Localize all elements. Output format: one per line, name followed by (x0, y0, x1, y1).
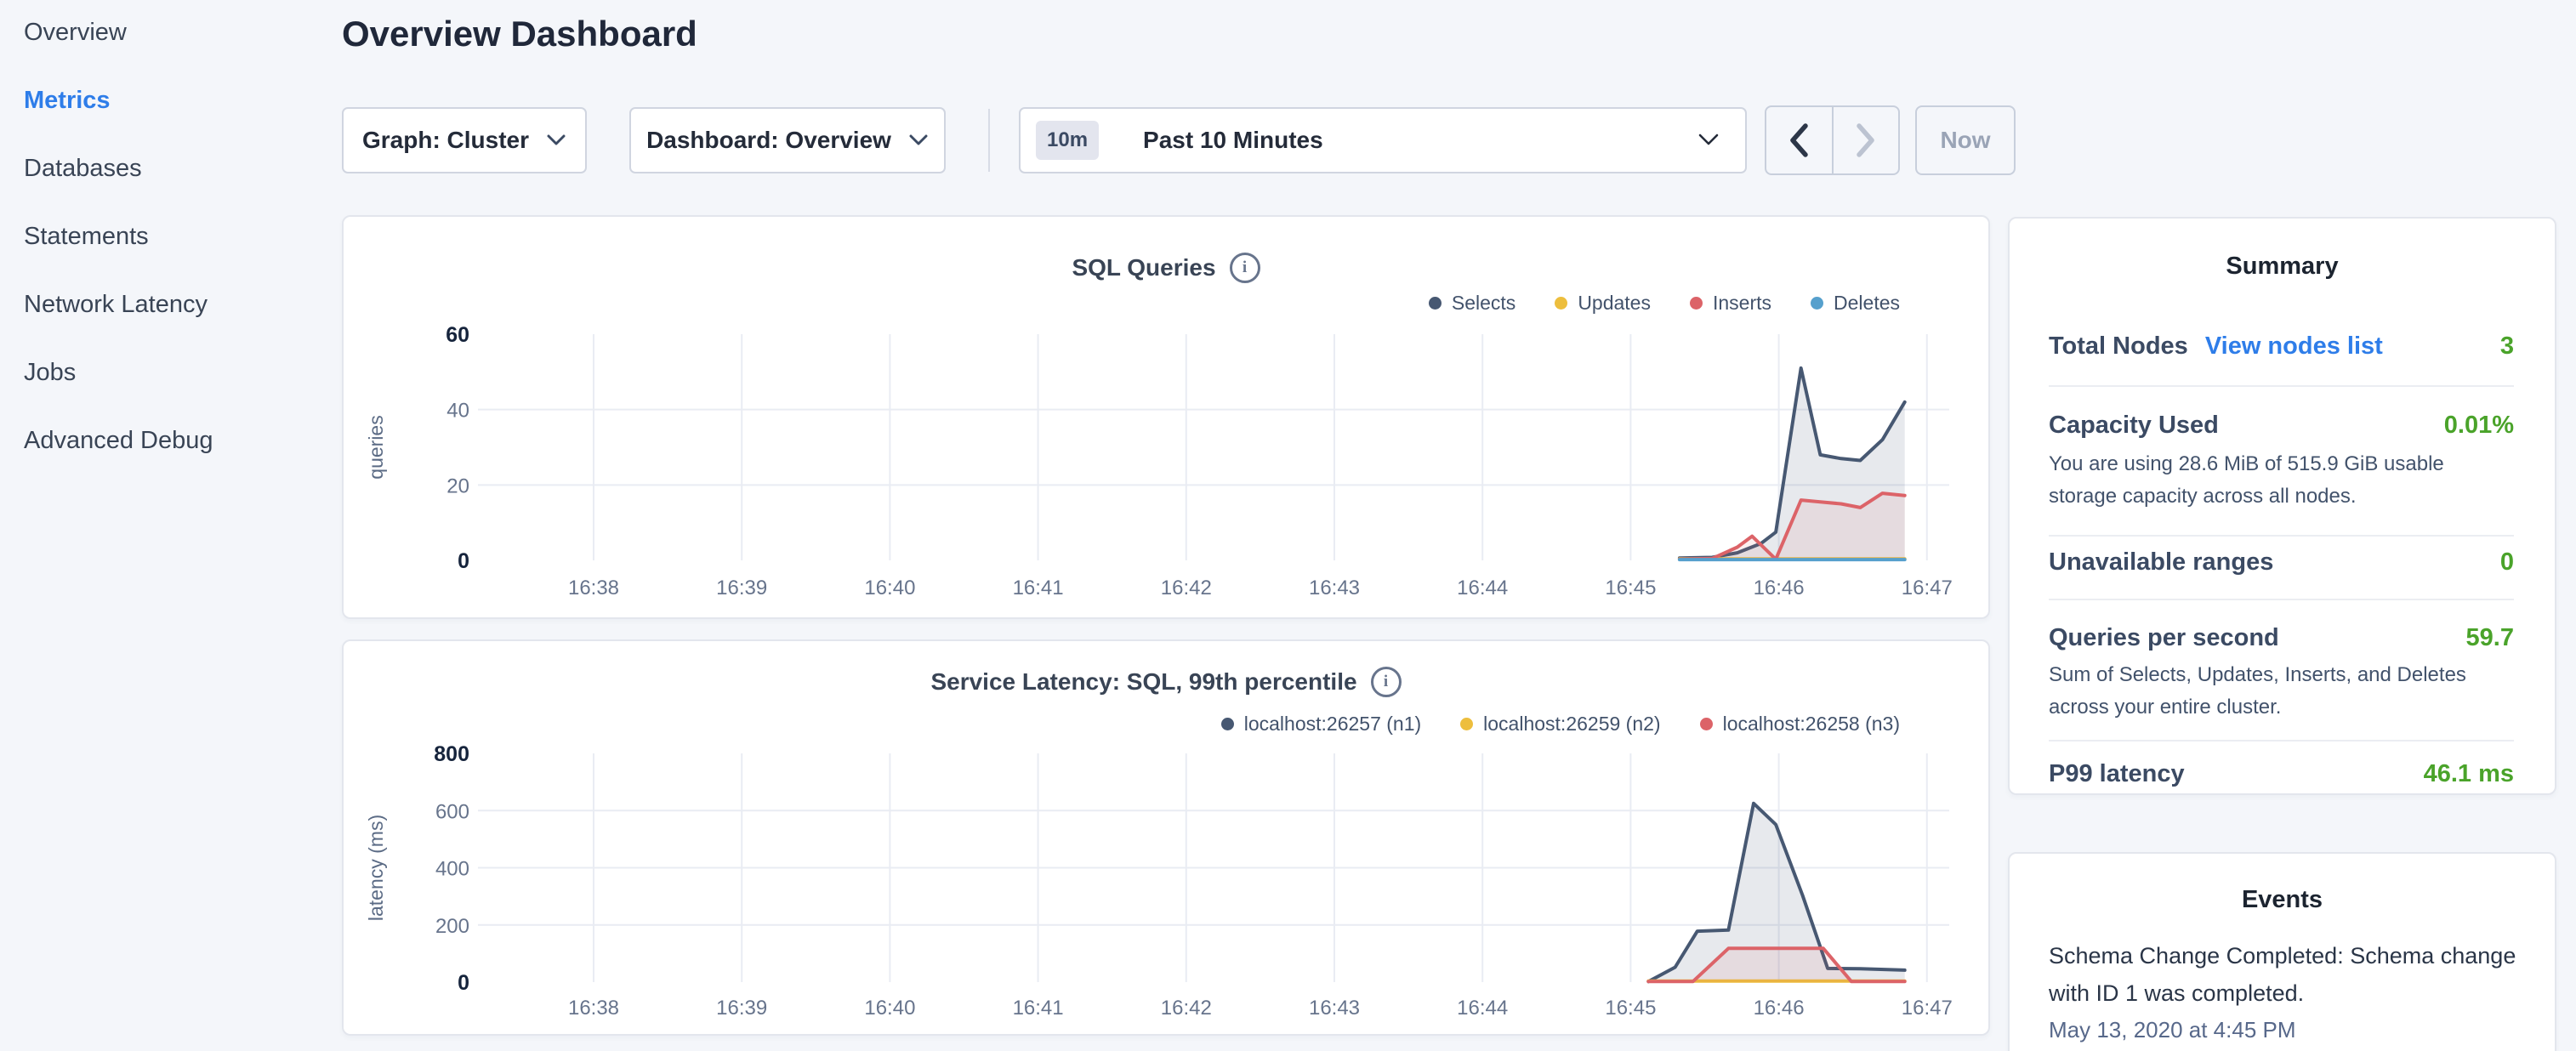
x-tick-label: 16:41 (1013, 577, 1064, 599)
unavailable-ranges-value: 0 (2500, 548, 2514, 577)
time-range-label: Past 10 Minutes (1143, 127, 1323, 154)
x-tick-label: 16:38 (568, 577, 619, 599)
x-tick-label: 16:42 (1161, 997, 1212, 1020)
service-latency-chart-canvas: 16:38 16:39 16:40 16:41 16:42 16:43 16:44 16:45… (344, 641, 1992, 1037)
dashboard-dropdown-label: Dashboard: Overview (646, 127, 891, 154)
x-tick-label: 16:46 (1754, 577, 1805, 599)
service-latency-chart-card: Service Latency: SQL, 99th percentile i … (342, 639, 1990, 1036)
x-tick-label: 16:45 (1605, 997, 1656, 1020)
summary-row-total-nodes: Total Nodes View nodes list 3 (2049, 326, 2514, 366)
x-tick-label: 16:38 (568, 997, 619, 1020)
x-tick-label: 16:39 (716, 997, 767, 1020)
graph-scope-dropdown[interactable]: Graph: Cluster (342, 107, 587, 173)
x-tick-label: 16:40 (864, 577, 915, 599)
y-tick-label: 0 (458, 971, 469, 995)
sidebar-item-network-latency[interactable]: Network Latency (24, 270, 213, 338)
header-divider (988, 109, 990, 172)
events-title: Events (2010, 886, 2555, 914)
event-timestamp: May 13, 2020 at 4:45 PM (2049, 1017, 2296, 1043)
x-tick-label: 16:46 (1754, 997, 1805, 1020)
unavailable-ranges-label: Unavailable ranges (2049, 548, 2273, 577)
sidebar-item-jobs[interactable]: Jobs (24, 338, 213, 406)
x-tick-label: 16:41 (1013, 997, 1064, 1020)
time-step-buttons (1765, 105, 1900, 175)
summary-title: Summary (2010, 253, 2555, 281)
summary-row-p99: P99 latency 46.1 ms (2049, 753, 2514, 794)
summary-divider (2049, 599, 2514, 600)
time-range-badge: 10m (1036, 121, 1099, 160)
y-tick-label: 200 (435, 915, 469, 938)
admin-ui-root: Overview Metrics Databases Statements Ne… (0, 0, 2576, 1051)
sidebar-item-statements[interactable]: Statements (24, 202, 213, 270)
summary-row-capacity: Capacity Used 0.01% (2049, 405, 2514, 446)
y-tick-label: 400 (435, 858, 469, 881)
y-tick-label: 600 (435, 800, 469, 823)
queries-per-second-value: 59.7 (2466, 624, 2514, 652)
y-tick-label: 40 (446, 400, 469, 423)
y-axis-label: latency (ms) (365, 815, 387, 921)
chevron-down-icon (908, 134, 929, 147)
y-tick-label: 800 (434, 742, 469, 766)
time-range-dropdown[interactable]: 10m Past 10 Minutes (1019, 107, 1747, 173)
summary-divider (2049, 535, 2514, 537)
chevron-down-icon (546, 134, 566, 147)
sidebar-item-overview[interactable]: Overview (24, 0, 213, 66)
x-tick-label: 16:40 (864, 997, 915, 1020)
view-nodes-list-link[interactable]: View nodes list (2205, 332, 2383, 361)
page-title: Overview Dashboard (342, 14, 697, 54)
summary-divider (2049, 385, 2514, 387)
p99-latency-label: P99 latency (2049, 760, 2185, 788)
y-axis-label: queries (365, 415, 387, 479)
x-tick-label: 16:39 (716, 577, 767, 599)
x-tick-label: 16:47 (1902, 997, 1953, 1020)
qps-description: Sum of Selects, Updates, Inserts, and De… (2049, 659, 2514, 724)
time-step-next-button[interactable] (1834, 107, 1899, 173)
summary-panel: Summary Total Nodes View nodes list 3 Ca… (2008, 217, 2556, 795)
x-tick-label: 16:42 (1161, 577, 1212, 599)
chevron-down-icon (1697, 134, 1720, 147)
total-nodes-label: Total Nodes (2049, 332, 2188, 361)
chevron-left-icon (1788, 122, 1810, 158)
p99-latency-value: 46.1 ms (2424, 760, 2514, 788)
now-button[interactable]: Now (1915, 105, 2016, 175)
graph-scope-dropdown-label: Graph: Cluster (362, 127, 529, 154)
queries-per-second-label: Queries per second (2049, 624, 2279, 652)
x-tick-label: 16:45 (1605, 577, 1656, 599)
sql-queries-chart-card: SQL Queries i SelectsUpdatesInsertsDelet… (342, 215, 1990, 619)
events-panel: Events Schema Change Completed: Schema c… (2008, 852, 2556, 1051)
x-tick-label: 16:47 (1902, 577, 1953, 599)
dashboard-dropdown[interactable]: Dashboard: Overview (629, 107, 946, 173)
time-step-prev-button[interactable] (1766, 107, 1834, 173)
sidebar-item-advanced-debug[interactable]: Advanced Debug (24, 406, 213, 474)
sidebar-item-metrics[interactable]: Metrics (24, 66, 213, 134)
sidebar: Overview Metrics Databases Statements Ne… (24, 0, 213, 474)
y-tick-label: 60 (446, 323, 469, 347)
capacity-used-description: You are using 28.6 MiB of 515.9 GiB usab… (2049, 448, 2514, 513)
x-tick-label: 16:44 (1457, 577, 1508, 599)
summary-divider (2049, 740, 2514, 741)
x-tick-label: 16:43 (1309, 577, 1360, 599)
chevron-right-icon (1855, 122, 1877, 158)
capacity-used-value: 0.01% (2444, 412, 2514, 440)
y-tick-label: 20 (446, 474, 469, 497)
summary-row-unavailable-ranges: Unavailable ranges 0 (2049, 542, 2514, 582)
sql-queries-chart-canvas: 16:38 16:39 16:40 16:41 16:42 16:43 16:44 16:45… (344, 217, 1992, 621)
capacity-used-label: Capacity Used (2049, 412, 2219, 440)
x-tick-label: 16:43 (1309, 997, 1360, 1020)
total-nodes-value: 3 (2500, 332, 2514, 361)
x-tick-label: 16:44 (1457, 997, 1508, 1020)
summary-row-qps: Queries per second 59.7 (2049, 617, 2514, 658)
event-message[interactable]: Schema Change Completed: Schema change w… (2049, 937, 2542, 1012)
y-tick-label: 0 (458, 549, 469, 573)
sidebar-item-databases[interactable]: Databases (24, 134, 213, 202)
